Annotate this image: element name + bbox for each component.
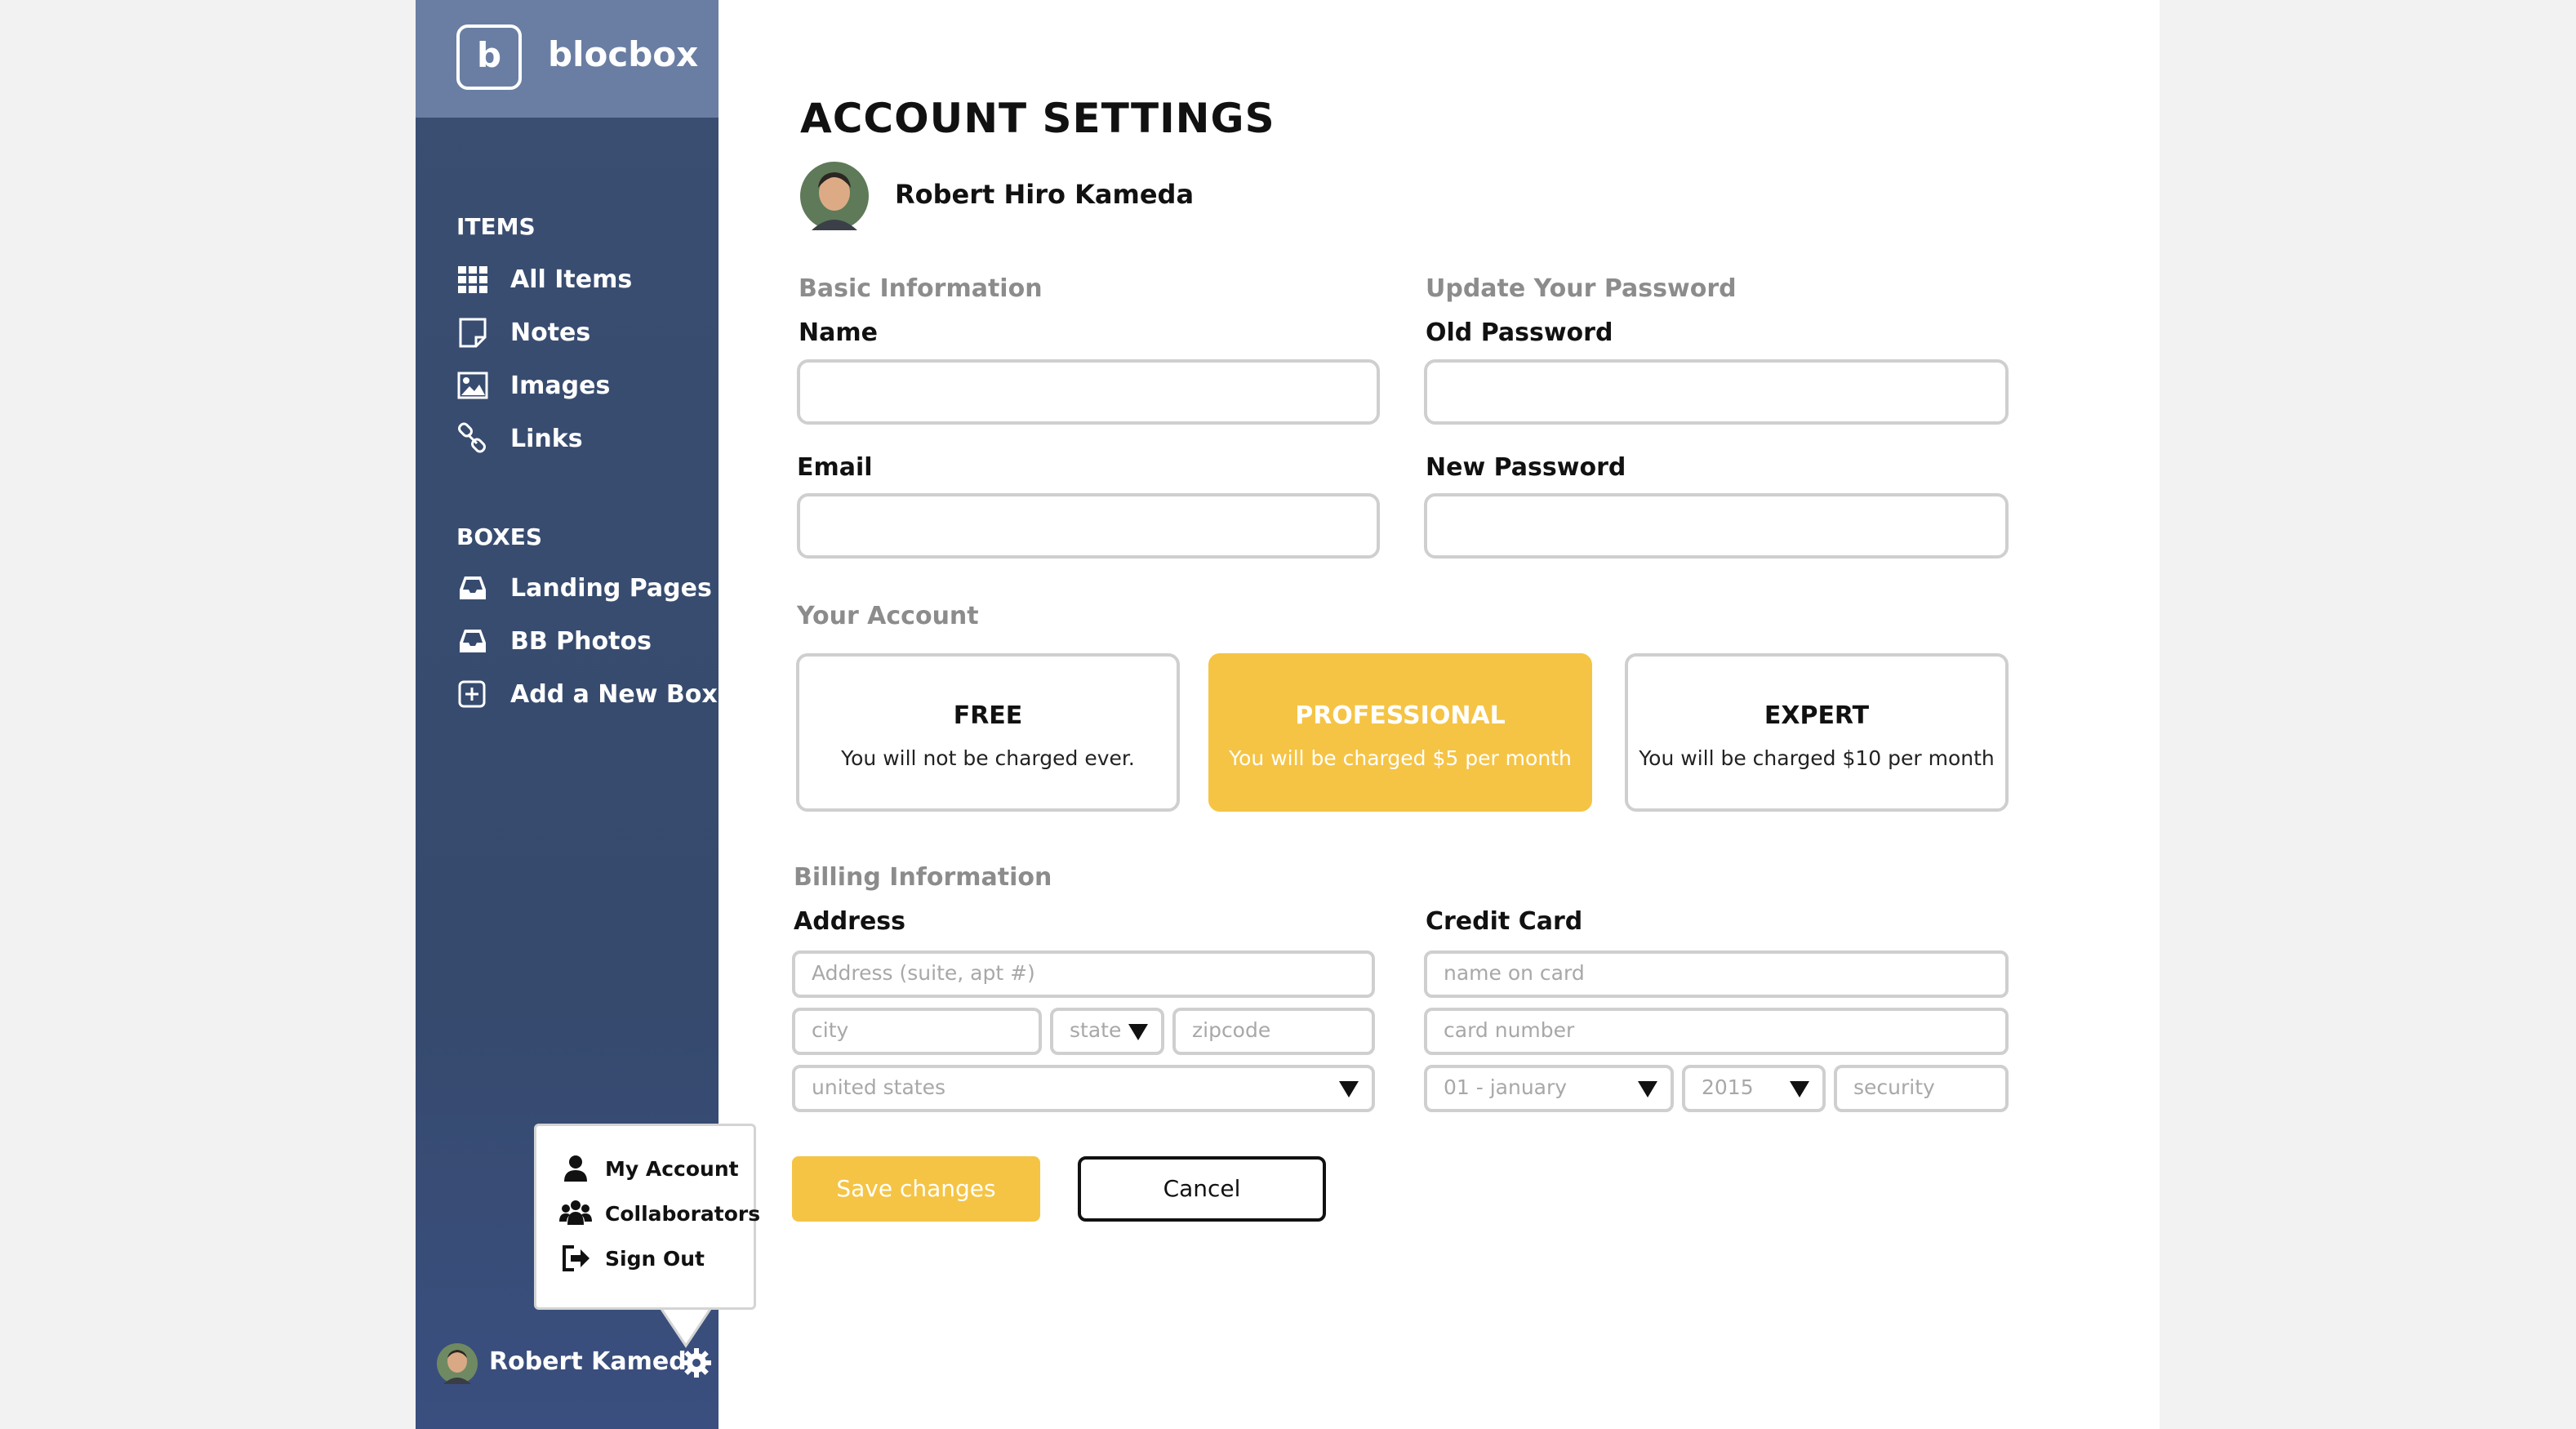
user-name: Robert Kameda (489, 1347, 703, 1376)
user-footer[interactable]: Robert Kameda (430, 1343, 711, 1384)
add-new-box-button[interactable]: Add a New Box (456, 678, 718, 714)
sidebar-item-label: Notes (510, 318, 591, 347)
city-input[interactable]: city (792, 1008, 1042, 1055)
state-select[interactable]: state (1050, 1008, 1164, 1055)
items-heading: ITEMS (456, 213, 536, 240)
plan-description: You will be charged $10 per month (1639, 746, 1995, 770)
menu-item-label: My Account (605, 1157, 739, 1181)
plus-square-icon (458, 680, 486, 708)
billing-section-title: Billing Information (794, 863, 1052, 892)
menu-item-label: Sign Out (605, 1247, 705, 1271)
note-icon (459, 318, 487, 348)
zipcode-input[interactable]: zipcode (1172, 1008, 1375, 1055)
plan-professional-card[interactable]: PROFESSIONAL You will be charged $5 per … (1208, 653, 1592, 812)
country-select[interactable]: united states (792, 1065, 1375, 1112)
plan-free-card[interactable]: FREE You will not be charged ever. (796, 653, 1180, 812)
menu-item-my-account[interactable]: My Account (559, 1151, 755, 1186)
cancel-button[interactable]: Cancel (1078, 1156, 1326, 1222)
link-icon (458, 422, 486, 453)
grid-icon (458, 266, 487, 293)
card-name-input[interactable]: name on card (1424, 950, 2009, 998)
expiry-month-select[interactable]: 01 - january (1424, 1065, 1674, 1112)
inbox-icon (460, 576, 486, 599)
plan-name: EXPERT (1764, 701, 1870, 730)
address-label: Address (794, 907, 906, 936)
user-menu-popup: My Account Collaborators Sign Out (534, 1124, 760, 1310)
save-changes-button[interactable]: Save changes (792, 1156, 1040, 1222)
user-icon (564, 1155, 587, 1182)
avatar (437, 1343, 478, 1384)
sidebar-item-label: Landing Pages (510, 574, 712, 603)
expiry-year-select[interactable]: 2015 (1682, 1065, 1826, 1112)
logo-icon: b (456, 24, 522, 90)
expiry-month-value: 01 - january (1444, 1075, 1568, 1099)
image-icon (457, 372, 488, 399)
sidebar-item-images[interactable]: Images (456, 369, 718, 405)
boxes-heading: BOXES (456, 523, 543, 550)
security-code-input[interactable]: security (1834, 1065, 2009, 1112)
menu-item-sign-out[interactable]: Sign Out (559, 1240, 755, 1276)
sidebar-item-bb-photos[interactable]: BB Photos (456, 625, 718, 661)
sidebar-item-label: Add a New Box (510, 680, 718, 709)
inbox-icon (460, 630, 486, 652)
name-label: Name (799, 318, 878, 347)
name-field[interactable] (797, 359, 1380, 425)
old-password-field[interactable] (1424, 359, 2009, 425)
sign-out-icon (563, 1245, 589, 1271)
brand-bar[interactable]: b blocbox (416, 0, 719, 118)
brand-name: blocbox (548, 34, 699, 74)
popup-arrow (658, 1307, 714, 1348)
chevron-down-icon (1790, 1081, 1809, 1097)
account-section-title: Your Account (797, 602, 979, 630)
sidebar-item-label: BB Photos (510, 627, 652, 656)
country-select-value: united states (812, 1075, 945, 1099)
sidebar-item-label: All Items (510, 265, 633, 294)
email-field[interactable] (797, 493, 1380, 559)
sidebar-item-label: Images (510, 372, 611, 400)
sidebar-item-label: Links (510, 425, 583, 453)
menu-item-collaborators[interactable]: Collaborators (559, 1195, 760, 1231)
basic-info-title: Basic Information (799, 274, 1043, 303)
address-input[interactable]: Address (suite, apt #) (792, 950, 1375, 998)
sidebar-item-links[interactable]: Links (456, 422, 718, 458)
page-title: ACCOUNT SETTINGS (800, 95, 1275, 142)
sidebar-item-notes[interactable]: Notes (456, 316, 718, 352)
sidebar-item-all-items[interactable]: All Items (456, 263, 718, 299)
sidebar-item-landing-pages[interactable]: Landing Pages (456, 572, 718, 608)
chevron-down-icon (1128, 1024, 1148, 1040)
new-password-label: New Password (1426, 453, 1626, 482)
new-password-field[interactable] (1424, 493, 2009, 559)
email-label: Email (797, 453, 873, 482)
credit-card-label: Credit Card (1426, 907, 1583, 936)
old-password-label: Old Password (1426, 318, 1613, 347)
profile-name: Robert Hiro Kameda (895, 179, 1195, 210)
card-number-input[interactable]: card number (1424, 1008, 2009, 1055)
plan-expert-card[interactable]: EXPERT You will be charged $10 per month (1625, 653, 2009, 812)
chevron-down-icon (1638, 1081, 1657, 1097)
chevron-down-icon (1339, 1081, 1359, 1097)
plan-description: You will not be charged ever. (841, 746, 1135, 770)
expiry-year-value: 2015 (1702, 1075, 1754, 1099)
password-section-title: Update Your Password (1426, 274, 1737, 303)
plan-name: PROFESSIONAL (1295, 701, 1506, 730)
state-select-value: state (1070, 1018, 1122, 1042)
menu-item-label: Collaborators (605, 1202, 761, 1226)
plan-description: You will be charged $5 per month (1229, 746, 1572, 770)
gear-icon[interactable] (680, 1347, 713, 1379)
profile-avatar[interactable] (800, 162, 869, 230)
plan-name: FREE (953, 701, 1023, 730)
users-icon (559, 1200, 592, 1225)
